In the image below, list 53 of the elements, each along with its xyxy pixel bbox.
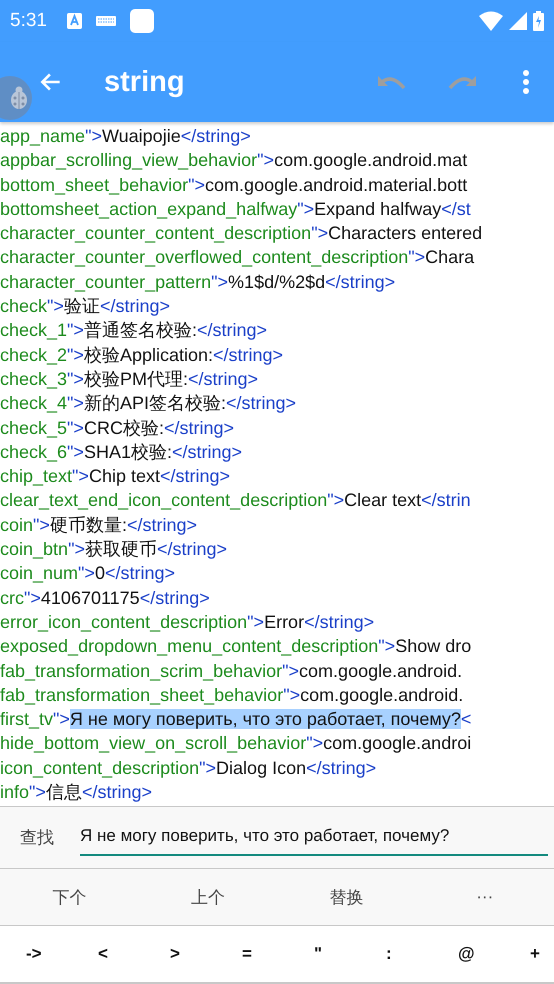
code-line: exposed_dropdown_menu_content_description">Show dro — [0, 635, 472, 658]
find-label: 查找 — [20, 827, 54, 849]
more-icon — [522, 69, 530, 95]
code-line: first_tv">Я не могу поверить, что это работает, почему?< — [0, 708, 472, 732]
code-line: appbar_scrolling_view_behavior">com.google.android.mat — [0, 149, 468, 172]
code-line: error_icon_content_description">Error</string> — [0, 610, 376, 634]
code-line: fab_transformation_scrim_behavior">com.google.android. — [0, 660, 464, 683]
font-icon — [66, 13, 82, 29]
code-line: coin_num">0</string> — [0, 562, 176, 586]
action-button[interactable]: 上个 — [178, 869, 237, 925]
code-line: character_counter_overflowed_content_description">Chara — [0, 246, 476, 270]
code-line: check_6">SHA1校验:</string> — [0, 440, 244, 464]
symbol-key[interactable]: + — [524, 940, 546, 968]
symbol-key[interactable]: " — [308, 940, 380, 968]
code-line: chip_text">Chip text</string> — [0, 465, 232, 488]
code-line: check_1">普通签名校验:</string> — [0, 319, 268, 342]
symbol-key[interactable]: : — [380, 940, 452, 968]
code-line: character_counter_pattern">%1$d/%2$d</string> — [0, 270, 396, 294]
code-line: character_counter_content_description">Characters entered — [0, 222, 484, 246]
code-line: crc">4106701175</string> — [0, 586, 211, 610]
code-line: hide_bottom_view_on_scroll_behavior">com.google.androi — [0, 732, 472, 756]
bug-button[interactable] — [0, 76, 32, 120]
toolbar-title: string — [104, 66, 186, 98]
status-time: 5:31 — [10, 10, 47, 32]
code-line: clear_text_end_icon_content_description">Clear text</strin — [0, 489, 472, 512]
code-line: check">验证</string> — [0, 295, 171, 318]
code-line: bottomsheet_action_expand_halfway">Expand halfway</st — [0, 198, 472, 221]
symbol-key[interactable]: -> — [20, 940, 92, 968]
battery-icon — [533, 11, 544, 31]
symbol-key[interactable]: < — [92, 940, 164, 968]
square-icon — [130, 9, 154, 33]
signal-icon — [509, 12, 527, 30]
symbol-key[interactable]: > — [164, 940, 236, 968]
action-button[interactable]: 替换 — [317, 869, 376, 925]
ladybug-icon — [8, 86, 30, 110]
action-button[interactable]: ··· — [464, 869, 506, 925]
code-line: info">信息</string> — [0, 781, 153, 804]
code-line: check_3">校验PM代理:</string> — [0, 368, 260, 391]
code-line: check_4">新的API签名校验:</string> — [0, 392, 298, 416]
code-line: icon_content_description">Dialog Icon</string> — [0, 756, 378, 780]
wifi-icon — [479, 11, 503, 31]
symbol-key[interactable]: = — [236, 940, 308, 968]
code-line: fab_transformation_sheet_behavior">com.google.android. — [0, 684, 464, 707]
code-line: bottom_sheet_behavior">com.google.android.material.bott — [0, 174, 468, 197]
code-line: coin">硬币数量:</string> — [0, 514, 198, 537]
find-field[interactable]: Я не могу поверить, что это работает, почему? — [80, 820, 548, 856]
code-line: app_name">Wuaipojie</string> — [0, 125, 252, 148]
keyboard-icon — [96, 16, 116, 26]
action-button[interactable]: 下个 — [40, 869, 98, 925]
code-line: coin_btn">获取硬币</string> — [0, 538, 228, 562]
symbol-key[interactable]: @ — [452, 940, 524, 968]
code-line: check_2">校验Application:</string> — [0, 344, 284, 367]
code-line: check_5">CRC校验:</string> — [0, 416, 235, 440]
